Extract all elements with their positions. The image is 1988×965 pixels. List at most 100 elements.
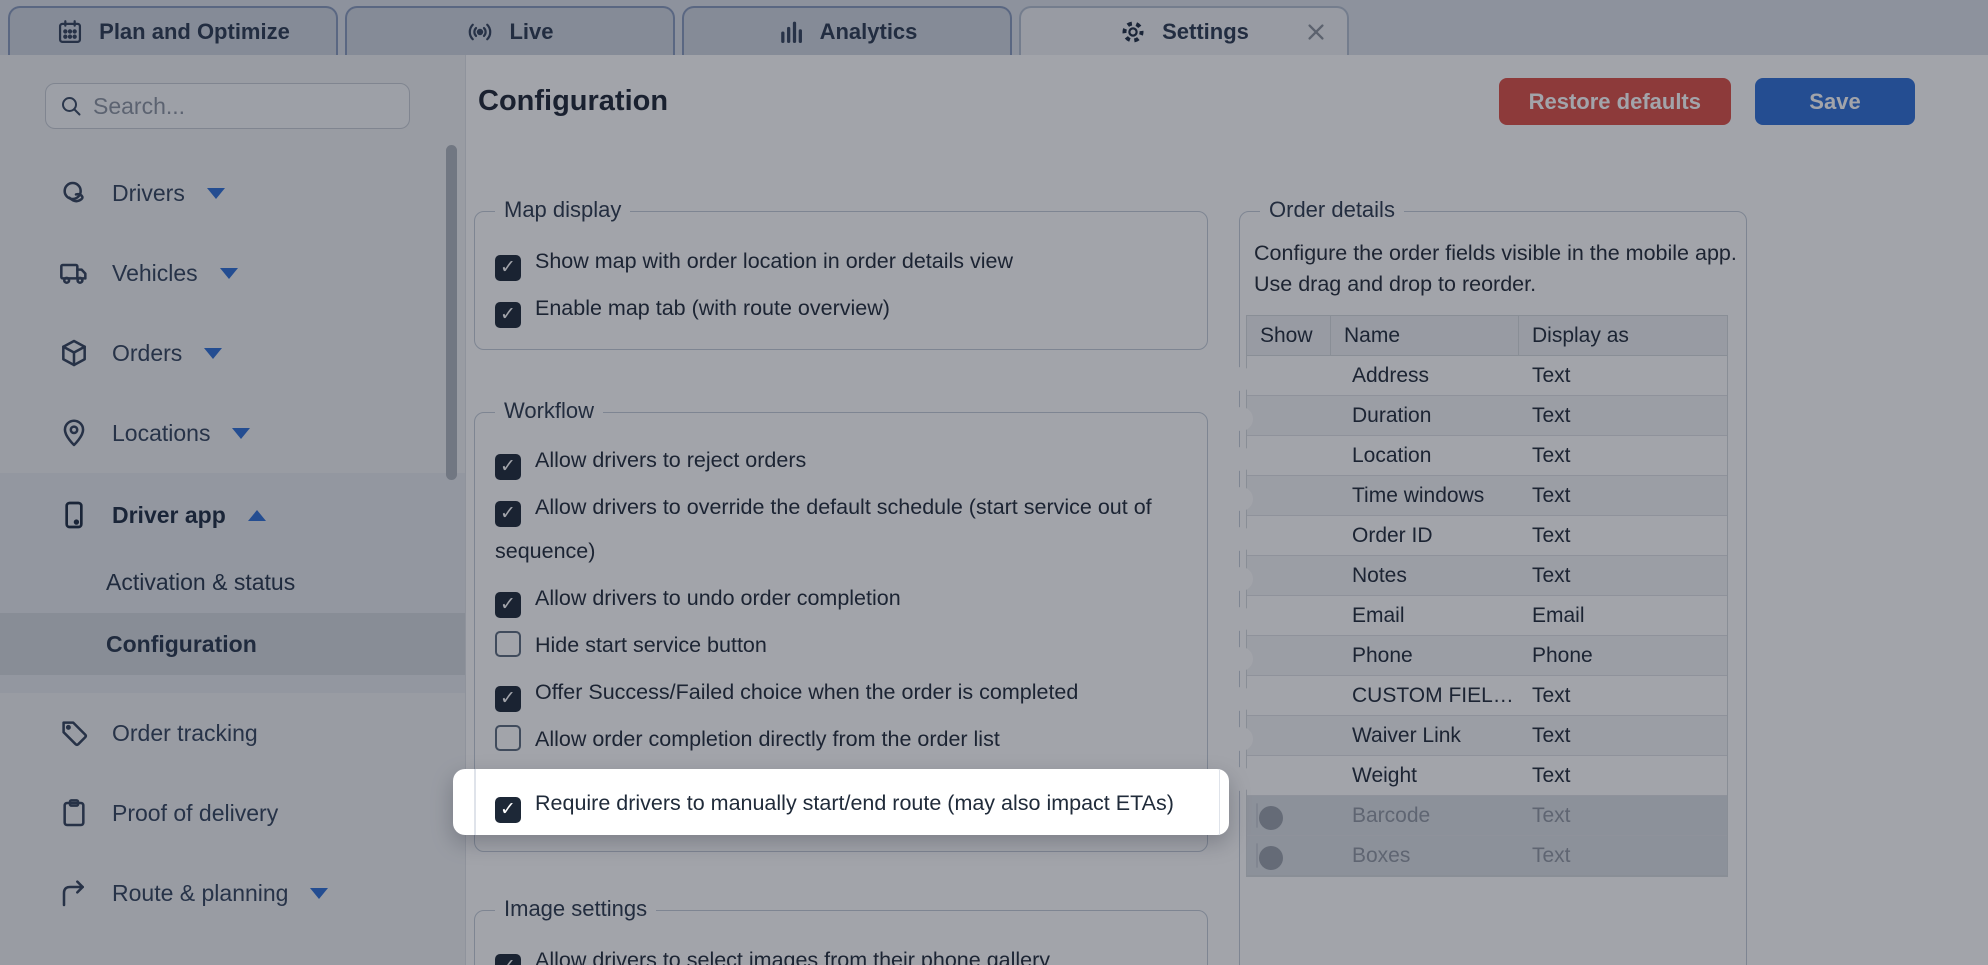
tag-icon [58,717,90,749]
sidebar-item-locations[interactable]: Locations [0,393,465,473]
option-allow-drivers-to-undo-order-completion[interactable]: Allow drivers to undo order completion [495,576,1187,620]
field-display-as: Text [1519,404,1727,428]
order-fields-table: ShowNameDisplay as Address Text Duration… [1246,315,1728,877]
sidebar-item-vehicles[interactable]: Vehicles [0,233,465,313]
tab-label: Analytics [820,19,918,45]
table-row-email[interactable]: Email Email [1247,596,1727,636]
field-display-as: Text [1519,684,1727,708]
table-row-address[interactable]: Address Text [1247,356,1727,396]
sidebar-scrollbar-thumb[interactable] [446,145,457,480]
option-show-map-with-order-location-in-order-de[interactable]: Show map with order location in order de… [495,239,1187,283]
field-name: Duration [1331,404,1519,428]
field-name: Email [1331,604,1519,628]
field-display-as: Text [1519,844,1727,868]
checkbox-unchecked[interactable] [495,631,521,657]
driver-cap-icon [58,177,90,209]
option-allow-drivers-to-reject-orders[interactable]: Allow drivers to reject orders [495,438,1187,482]
analytics-icon [777,18,805,46]
field-name: Phone [1331,644,1519,668]
option-label: Allow drivers to override the default sc… [495,495,1152,563]
table-row-custom-fiel[interactable]: CUSTOM FIEL… Text [1247,676,1727,716]
sidebar-item-label: Drivers [112,180,185,207]
clipboard-icon [58,797,90,829]
table-row-weight[interactable]: Weight Text [1247,756,1727,796]
table-row-waiver-link[interactable]: Waiver Link Text [1247,716,1727,756]
table-row-time-windows[interactable]: Time windows Text [1247,476,1727,516]
field-display-as: Email [1519,604,1727,628]
sidebar-item-route-planning[interactable]: Route & planning [0,853,465,933]
save-button[interactable]: Save [1755,78,1915,125]
checkbox-checked[interactable] [495,954,521,965]
header-buttons: Restore defaults Save [1499,78,1915,125]
field-name: Address [1331,364,1519,388]
checkbox-checked[interactable] [495,686,521,712]
sidebar-item-drivers[interactable]: Drivers [0,153,465,233]
checkbox-unchecked[interactable] [495,725,521,751]
checkbox-checked[interactable] [495,454,521,480]
show-toggle-off[interactable] [1256,803,1258,828]
option-label: Allow drivers to reject orders [535,448,806,472]
checkbox-checked[interactable] [495,592,521,618]
option-label: Enable map tab (with route overview) [535,296,890,320]
search-icon [59,94,83,118]
option-allow-drivers-to-override-the-default-sc[interactable]: Allow drivers to override the default sc… [495,485,1187,573]
option-offer-success-failed-choice-when-the-ord[interactable]: Offer Success/Failed choice when the ord… [495,670,1187,714]
option-label: Allow drivers to undo order completion [535,586,901,610]
tab-close-icon[interactable] [1305,21,1327,43]
sidebar-item-label: Locations [112,420,210,447]
checkbox-checked[interactable] [495,501,521,527]
table-row-boxes[interactable]: Boxes Text [1247,836,1727,876]
tab-plan-and-optimize[interactable]: Plan and Optimize [8,6,338,55]
sidebar-item-orders[interactable]: Orders [0,313,465,393]
table-row-phone[interactable]: Phone Phone [1247,636,1727,676]
option-label: Require drivers to manually start/end ro… [535,791,1174,815]
field-display-as: Text [1519,484,1727,508]
tab-label: Settings [1162,19,1249,45]
chevron-down-icon [204,348,222,359]
column-header-show: Show [1247,316,1331,356]
option-allow-drivers-to-select-images-from-thei[interactable]: Allow drivers to select images from thei… [495,938,1187,965]
sidebar-item-driver-app[interactable]: Driver app [0,479,465,551]
checkbox-checked[interactable] [495,797,521,823]
map-display-legend: Map display [495,197,630,223]
field-name: Waiver Link [1331,724,1519,748]
image-settings-section: Image settings Allow drivers to select i… [474,910,1208,965]
sidebar-item-order-tracking[interactable]: Order tracking [0,693,465,773]
settings-left-column: Map display Show map with order location… [474,160,1208,965]
show-toggle-off[interactable] [1256,843,1258,868]
table-row-notes[interactable]: Notes Text [1247,556,1727,596]
field-display-as: Text [1519,724,1727,748]
tab-settings[interactable]: Settings [1019,6,1349,55]
field-display-as: Phone [1519,644,1727,668]
field-display-as: Text [1519,364,1727,388]
checkbox-checked[interactable] [495,255,521,281]
option-enable-map-tab-with-route-overview[interactable]: Enable map tab (with route overview) [495,286,1187,330]
sidebar-item-activation-status[interactable]: Activation & status [0,551,465,613]
gear-icon [1119,18,1147,46]
sidebar-item-label: Route & planning [112,880,288,907]
option-hide-start-service-button[interactable]: Hide start service button [495,623,1187,667]
option-label: Allow drivers to select images from thei… [535,948,1050,965]
package-icon [58,337,90,369]
option-label: Hide start service button [535,633,767,657]
table-row-location[interactable]: Location Text [1247,436,1727,476]
workflow-section: Workflow Allow drivers to reject ordersA… [474,412,1208,852]
chevron-up-icon [248,510,266,521]
tab-label: Live [509,19,553,45]
option-allow-order-completion-directly-from-the[interactable]: Allow order completion directly from the… [495,717,1187,761]
tab-label: Plan and Optimize [99,19,290,45]
field-name: Location [1331,444,1519,468]
table-row-order-id[interactable]: Order ID Text [1247,516,1727,556]
tab-analytics[interactable]: Analytics [682,6,1012,55]
sidebar-item-label: Driver app [112,502,226,529]
table-row-barcode[interactable]: Barcode Text [1247,796,1727,836]
search-input[interactable] [93,93,383,120]
sidebar-item-proof-of-delivery[interactable]: Proof of delivery [0,773,465,853]
table-row-duration[interactable]: Duration Text [1247,396,1727,436]
option-require-drivers-to-manually-start-end-ro[interactable]: Require drivers to manually start/end ro… [453,769,1229,835]
option-label: Allow order completion directly from the… [535,727,1000,751]
tab-live[interactable]: Live [345,6,675,55]
restore-defaults-button[interactable]: Restore defaults [1499,78,1731,125]
checkbox-checked[interactable] [495,302,521,328]
sidebar-item-configuration[interactable]: Configuration [0,613,465,675]
